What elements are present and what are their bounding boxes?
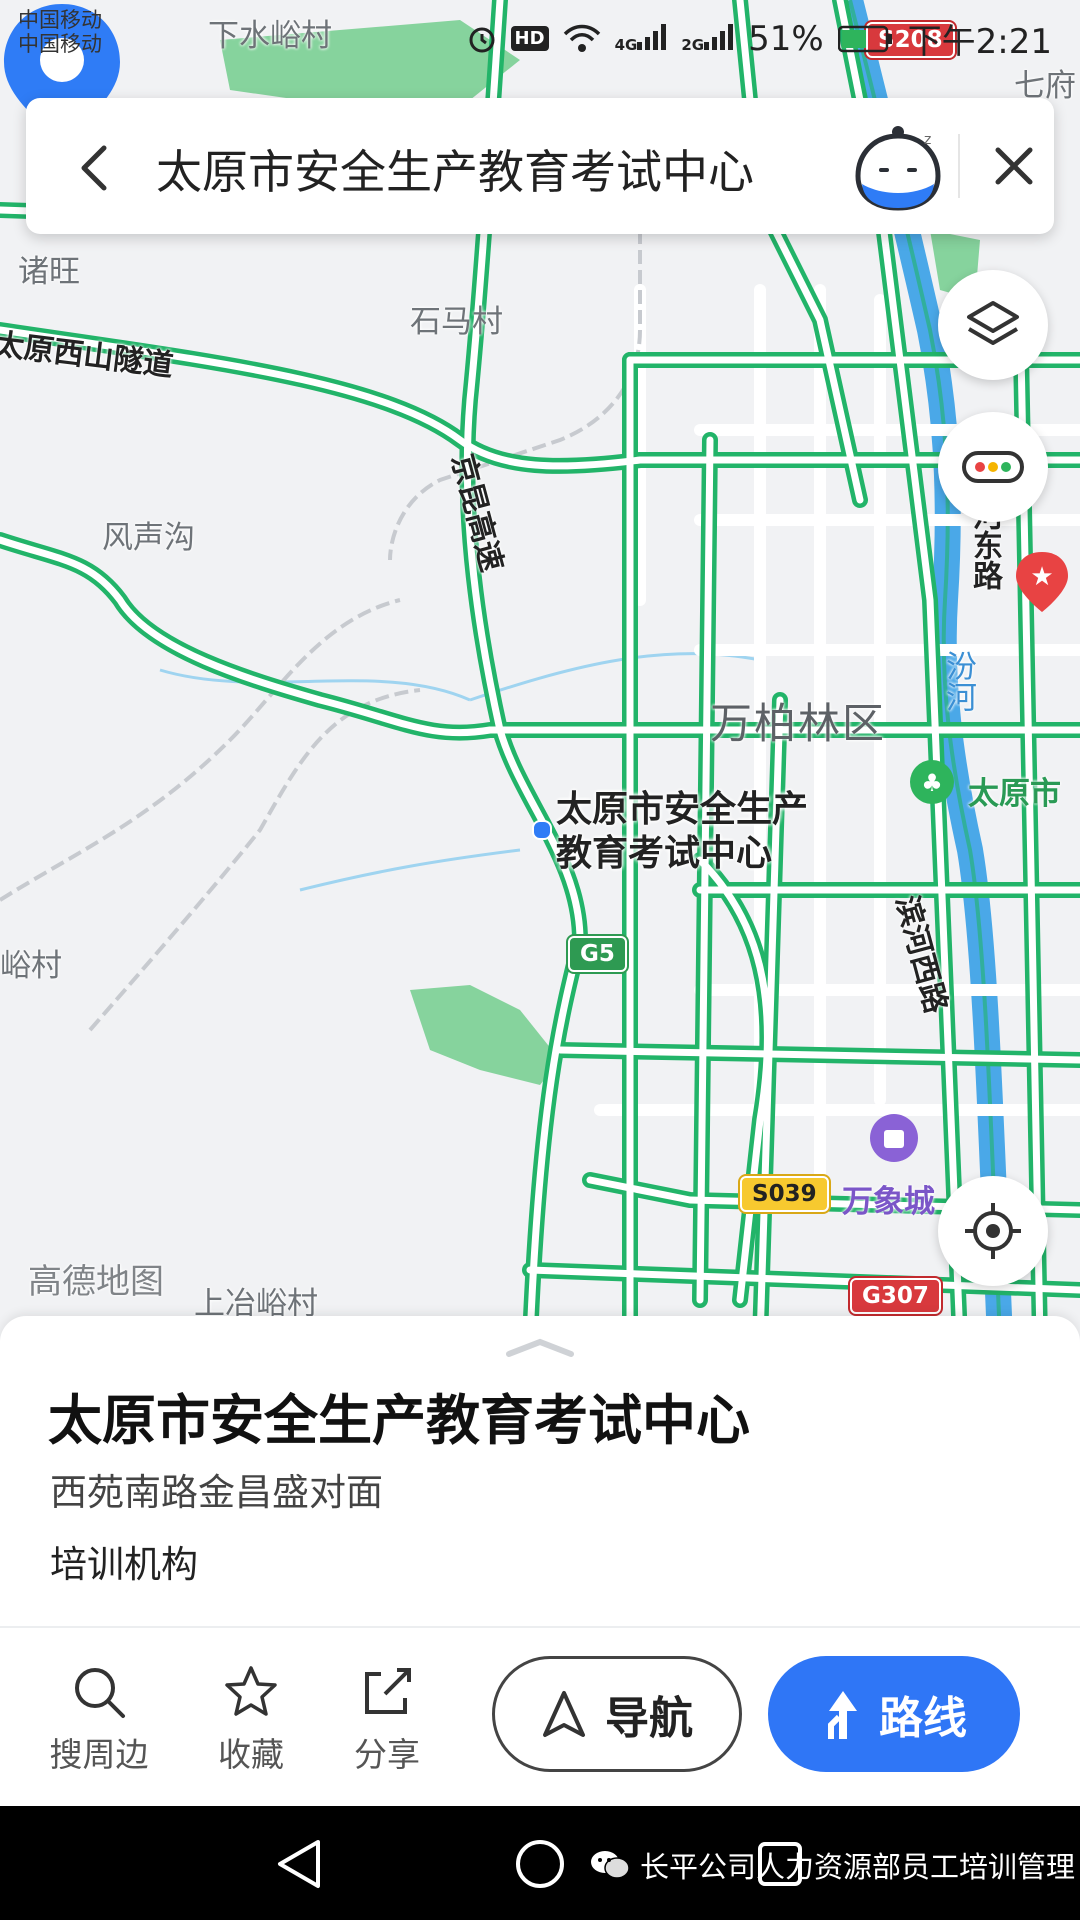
- svg-text:★: ★: [1030, 562, 1053, 592]
- back-nav-icon[interactable]: [272, 1836, 328, 1892]
- locate-icon: [965, 1203, 1021, 1259]
- status-bar: 中国移动 中国移动 HD 4G 2G 51% 下午2:21: [0, 0, 1080, 84]
- nearby-button[interactable]: 搜周边: [44, 1662, 154, 1776]
- battery-percent: 51%: [748, 18, 824, 59]
- star-icon: [225, 1666, 277, 1716]
- poi-label-line1: 太原市安全生产: [556, 789, 809, 830]
- wechat-watermark: 长平公司人力资源部员工培训管理: [590, 1844, 1075, 1886]
- locate-button[interactable]: [938, 1176, 1048, 1286]
- signal-2-label: 2G: [681, 35, 705, 54]
- drag-handle-icon[interactable]: [505, 1336, 575, 1358]
- place-address: 西苑南路金昌盛对面: [50, 1471, 383, 1514]
- map-label-district: 万柏林区: [710, 699, 887, 748]
- favorite-button[interactable]: 收藏: [196, 1662, 306, 1776]
- close-icon[interactable]: [984, 136, 1044, 196]
- status-icons: HD 4G 2G 51% 下午2:21: [467, 14, 1052, 63]
- wechat-account-name: 长平公司人力资源部员工培训管理: [640, 1850, 1076, 1884]
- nearby-label: 搜周边: [49, 1735, 149, 1774]
- share-button[interactable]: 分享: [332, 1662, 442, 1776]
- traffic-light-icon: [962, 451, 1024, 483]
- navigate-button[interactable]: 导航: [492, 1656, 742, 1772]
- navigate-label: 导航: [605, 1693, 693, 1744]
- svg-text:♣: ♣: [921, 769, 943, 797]
- battery-icon: [837, 25, 892, 52]
- hd-icon: HD: [510, 26, 549, 51]
- back-icon[interactable]: [66, 138, 126, 198]
- divider: [0, 1626, 1080, 1628]
- alarm-icon: [469, 27, 495, 52]
- poi-label-line2: 教育考试中心: [556, 833, 773, 874]
- layers-icon: [967, 301, 1019, 345]
- layers-button[interactable]: [938, 270, 1048, 380]
- route-button[interactable]: 路线: [768, 1656, 1020, 1772]
- separator: [958, 134, 960, 198]
- carrier-2: 中国移动: [18, 32, 102, 56]
- home-nav-icon[interactable]: [512, 1836, 568, 1892]
- system-navigation-bar: 长平公司人力资源部员工培训管理: [0, 1806, 1080, 1920]
- place-category: 培训机构: [50, 1543, 198, 1586]
- carrier-info: 中国移动 中国移动: [18, 8, 102, 56]
- signal-1-label: 4G: [614, 35, 638, 54]
- carrier-1: 中国移动: [18, 8, 102, 32]
- map-label: 诸旺: [18, 254, 80, 290]
- search-query[interactable]: 太原市安全生产教育考试中心: [156, 136, 754, 202]
- search-bar[interactable]: 太原市安全生产教育考试中心 z: [26, 98, 1054, 234]
- voice-assistant-icon[interactable]: z: [852, 122, 944, 214]
- share-label: 分享: [354, 1735, 420, 1774]
- route-label: 路线: [879, 1693, 967, 1744]
- place-detail-sheet[interactable]: 太原市安全生产教育考试中心 西苑南路金昌盛对面 培训机构 搜周边 收藏 分享 导…: [0, 1316, 1080, 1806]
- search-icon: [75, 1668, 125, 1718]
- traffic-button[interactable]: [938, 412, 1048, 522]
- map-label: 峪村: [0, 948, 62, 984]
- navigate-arrow-icon: [543, 1691, 585, 1737]
- signal-2-icon: 2G: [681, 23, 734, 54]
- map-label-park: 太原市: [968, 776, 1061, 812]
- wifi-icon: [563, 24, 600, 52]
- route-arrow-icon: [828, 1691, 857, 1739]
- highway-shield-g307: G307: [850, 1278, 941, 1314]
- map-label-river: 汾河: [940, 650, 976, 712]
- favorite-label: 收藏: [218, 1735, 284, 1774]
- map-label: 石马村: [410, 304, 503, 340]
- poi-label[interactable]: 太原市安全生产 教育考试中心: [556, 788, 808, 876]
- highway-shield-s039: S039: [740, 1176, 829, 1212]
- svg-text:z: z: [924, 132, 931, 148]
- clock: 下午2:21: [907, 22, 1052, 62]
- highway-shield-g5: G5: [568, 936, 627, 972]
- signal-1-icon: 4G: [614, 23, 668, 54]
- wechat-icon: [591, 1851, 630, 1879]
- map-watermark: 高德地图: [28, 1262, 164, 1302]
- place-title: 太原市安全生产教育考试中心: [48, 1389, 750, 1452]
- share-icon: [365, 1668, 411, 1714]
- map-label-mall: 万象城: [842, 1184, 935, 1220]
- poi-dot: [532, 820, 552, 840]
- map-label: 风声沟: [102, 520, 195, 556]
